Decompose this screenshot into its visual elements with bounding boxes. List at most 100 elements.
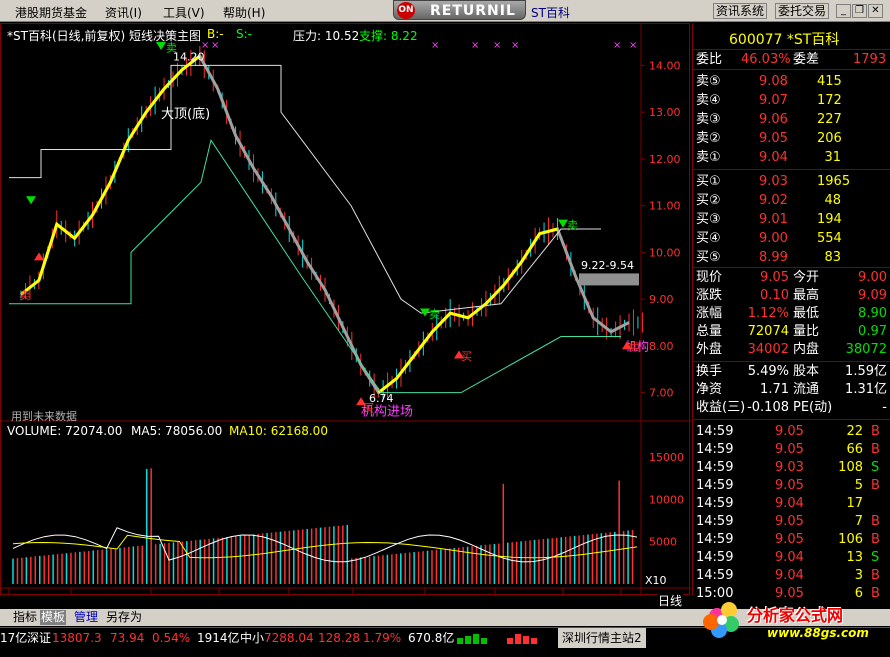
chart-panel[interactable]: *ST百科(日线,前复权) 短线决策主图 B:- S:- 压力: 10.52 支… — [0, 23, 691, 596]
tick-volume: 108 — [838, 460, 863, 475]
divider — [693, 361, 890, 362]
top-signal-mark: × — [431, 40, 439, 51]
top-signal-mark: × — [511, 40, 519, 51]
sz-index-value: 13807.3 — [52, 631, 102, 645]
sell-level-volume: 206 — [817, 131, 842, 146]
menu-item-hk-futures[interactable]: 港股期货基金 — [15, 4, 87, 21]
tick-side: B — [871, 478, 880, 493]
fund-label: 净资 — [696, 382, 723, 397]
top-label: 大顶(底) — [161, 106, 210, 122]
sell-marker: 卖 — [19, 289, 30, 302]
fund-label: 流通 — [793, 382, 820, 397]
stat-value: 0.10 — [760, 288, 789, 303]
price-tick-label: 12.00 — [649, 153, 681, 166]
server-station[interactable]: 深圳行情主站2 — [558, 628, 646, 648]
fund-value: - — [882, 400, 887, 415]
zx-index-value: 7288.04 — [264, 631, 314, 645]
buy-level-label: 买③ — [696, 212, 721, 227]
stat-label: 最高 — [793, 288, 820, 303]
top-signal-mark: × — [471, 40, 479, 51]
tick-time: 14:59 — [696, 568, 734, 583]
minimize-icon[interactable]: _ — [836, 4, 851, 18]
info-system-button[interactable]: 资讯系统 — [713, 3, 768, 19]
stat-label: 外盘 — [696, 342, 723, 357]
buy-marker: 买 — [461, 350, 472, 363]
sell-level-price: 9.05 — [759, 131, 788, 146]
buy-level-volume: 554 — [817, 231, 842, 246]
buy-level-price: 9.03 — [759, 174, 788, 189]
period-daily[interactable]: 日线 — [657, 594, 684, 609]
tick-price: 9.03 — [775, 460, 804, 475]
tick-volume: 22 — [846, 424, 863, 439]
fund-value: 1.31亿 — [845, 382, 887, 397]
weibi-value: 46.03% — [741, 52, 791, 67]
stat-label: 涨跌 — [696, 288, 723, 303]
sell-level-volume: 227 — [817, 112, 842, 127]
stat-value: 9.05 — [760, 270, 789, 285]
sell-marker: 卖 — [567, 219, 578, 232]
zx-index-change: 128.28 — [318, 631, 360, 645]
fund-value: 1.59亿 — [845, 364, 887, 379]
fund-value: 1.71 — [760, 382, 789, 397]
top-price-label: 14.20 — [173, 51, 205, 64]
sell-arrow-icon — [26, 196, 36, 205]
zx-index-pct: 1.79% — [363, 631, 402, 645]
menu-item-info[interactable]: 资讯(I) — [105, 4, 142, 21]
tab-template[interactable]: 模板 — [40, 610, 67, 625]
sz-index-label[interactable]: 深证 — [27, 628, 51, 648]
sell-level-label: 卖④ — [696, 93, 721, 108]
price-tick-label: 9.00 — [649, 293, 674, 306]
buy-arrow-icon — [34, 252, 44, 261]
tick-side: B — [871, 568, 880, 583]
tick-price: 9.04 — [775, 496, 804, 511]
sell-level-volume: 172 — [817, 93, 842, 108]
stat-value: 9.09 — [858, 288, 887, 303]
divider — [693, 169, 890, 170]
restore-icon[interactable]: ❐ — [852, 4, 867, 18]
menu-item-help[interactable]: 帮助(H) — [223, 4, 265, 21]
price-tick-label: 7.00 — [649, 387, 674, 400]
tab-save-as[interactable]: 另存为 — [105, 610, 143, 625]
top-signal-mark: × — [211, 40, 219, 51]
sell-level-label: 卖⑤ — [696, 74, 721, 89]
tick-time: 14:59 — [696, 532, 734, 547]
tick-side: B — [871, 532, 880, 547]
tick-volume: 17 — [846, 496, 863, 511]
price-tick-label: 8.00 — [649, 340, 674, 353]
sell-marker: 卖 — [429, 308, 440, 321]
top-signal-mark: × — [613, 40, 621, 51]
tick-time: 14:59 — [696, 424, 734, 439]
stat-value: 9.00 — [858, 270, 887, 285]
weibi-label: 委比 — [696, 52, 723, 67]
tick-time: 14:59 — [696, 514, 734, 529]
buy-level-volume: 83 — [824, 250, 841, 265]
price-volume-chart[interactable]: 14.00 13.00 12.00 11.00 10.00 9.00 8.00 7.00 150… — [1, 24, 691, 596]
sell-marker: 卖 — [166, 41, 177, 54]
window-stock-title: ST百科 — [531, 6, 570, 20]
trend-line-down — [20, 53, 630, 395]
trade-button[interactable]: 委托交易 — [775, 3, 830, 19]
tick-volume: 13 — [846, 550, 863, 565]
buy-marker: 买 — [363, 401, 374, 414]
menu-item-tools[interactable]: 工具(V) — [163, 4, 205, 21]
tab-manage[interactable]: 管理 — [73, 610, 99, 625]
app-window: 港股期货基金 资讯(I) 工具(V) 帮助(H) ON RETURNIL ST百… — [0, 0, 890, 657]
tab-indicator[interactable]: 指标 — [12, 610, 38, 625]
stat-value: 34002 — [747, 342, 789, 357]
returnil-badge[interactable]: ON RETURNIL — [393, 0, 526, 20]
stat-value: 0.97 — [858, 324, 887, 339]
tick-side: S — [871, 550, 880, 565]
tick-time: 14:59 — [696, 460, 734, 475]
sz-index-pct: 0.54% — [152, 631, 191, 645]
tick-side: B — [871, 514, 880, 529]
sell-marker: 卖 — [629, 341, 640, 354]
stat-value: 1.12% — [747, 306, 789, 321]
sell-level-price: 9.06 — [759, 112, 788, 127]
tick-price: 9.05 — [775, 478, 804, 493]
volume-tick-label: 5000 — [649, 536, 677, 549]
buy-level-label: 买⑤ — [696, 250, 721, 265]
zx-index-label[interactable]: 中小 — [240, 628, 264, 648]
watermark-title: 分析家公式网 — [747, 606, 844, 625]
tick-side: B — [871, 442, 880, 457]
close-icon[interactable]: ✕ — [868, 4, 883, 18]
